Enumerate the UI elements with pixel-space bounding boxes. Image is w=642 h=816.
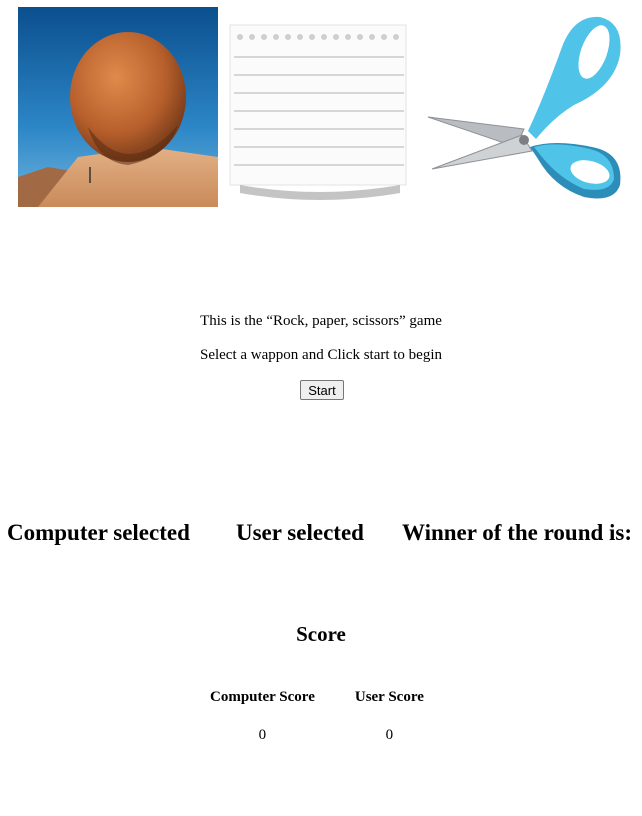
column-spacer bbox=[325, 686, 345, 708]
round-winner-heading: Winner of the round is: bbox=[402, 520, 633, 545]
score-value-row: 0 0 bbox=[200, 708, 434, 745]
rock-weapon-image[interactable] bbox=[18, 7, 218, 207]
computer-score-value: 0 bbox=[258, 727, 267, 743]
rock-icon bbox=[18, 7, 218, 207]
game-page: This is the “Rock, paper, scissors” game… bbox=[0, 0, 642, 816]
score-header-row: Computer Score User Score bbox=[200, 686, 434, 708]
start-button[interactable]: Start bbox=[300, 380, 344, 400]
scissors-icon bbox=[424, 7, 630, 207]
score-title: Score bbox=[296, 622, 346, 646]
weapon-selector bbox=[18, 7, 638, 209]
user-score-value: 0 bbox=[385, 727, 394, 743]
computer-selected-heading: Computer selected bbox=[7, 520, 190, 545]
user-selected-heading: User selected bbox=[236, 520, 364, 545]
game-title-text: This is the “Rock, paper, scissors” game bbox=[200, 313, 442, 329]
user-score-header: User Score bbox=[354, 689, 424, 705]
paper-weapon-image[interactable] bbox=[220, 7, 420, 207]
scissors-weapon-image[interactable] bbox=[424, 7, 630, 207]
computer-score-header: Computer Score bbox=[210, 689, 315, 705]
instructions-text: Select a wappon and Click start to begin bbox=[199, 347, 443, 363]
column-spacer bbox=[325, 708, 345, 745]
score-table: Computer Score User Score 0 0 bbox=[200, 686, 434, 745]
paper-icon bbox=[220, 7, 420, 207]
